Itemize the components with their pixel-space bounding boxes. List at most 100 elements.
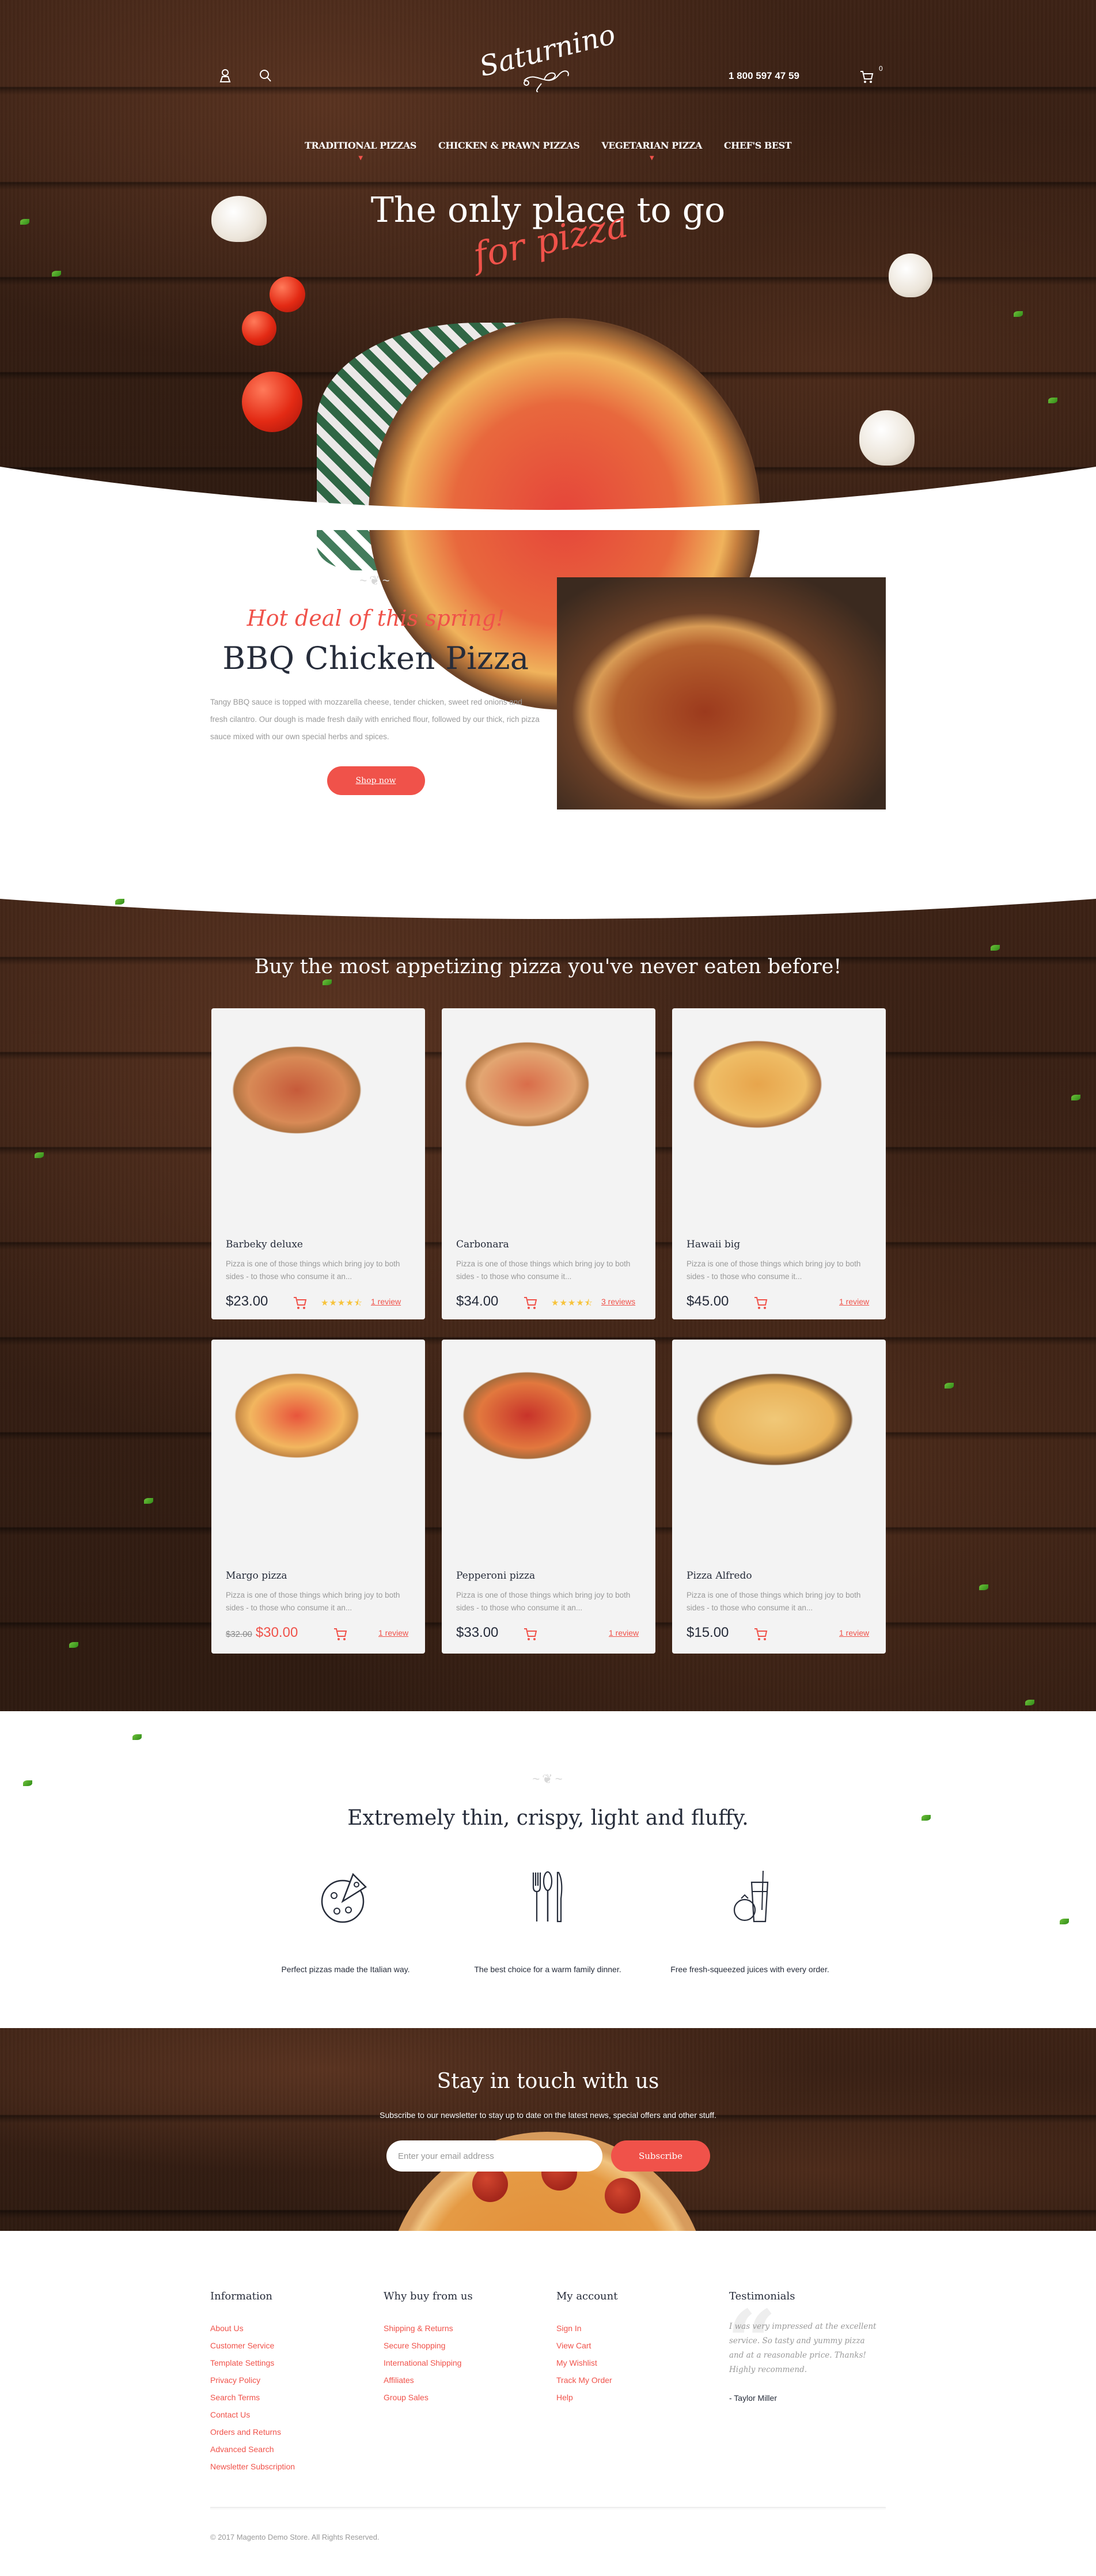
products-curve-divider	[0, 864, 1096, 919]
search-icon[interactable]	[258, 68, 273, 83]
footer-link[interactable]: Template Settings	[210, 2354, 295, 2371]
basil-leaf	[52, 271, 61, 277]
footer-link[interactable]: Orders and Returns	[210, 2423, 295, 2441]
nav-chicken-prawn-pizzas[interactable]: CHICKEN & PRAWN PIZZAS	[438, 140, 580, 151]
chevron-down-icon: ▼	[358, 155, 363, 161]
product-image[interactable]	[672, 1008, 886, 1198]
product-card[interactable]: Pepperoni pizza Pizza is one of those th…	[442, 1340, 655, 1654]
add-to-cart-icon[interactable]	[292, 1295, 308, 1310]
footer-link[interactable]: Group Sales	[384, 2389, 473, 2406]
product-name[interactable]: Pepperoni pizza	[456, 1570, 535, 1582]
footer-link[interactable]: Search Terms	[210, 2389, 295, 2406]
product-card[interactable]: Carbonara Pizza is one of those things w…	[442, 1008, 655, 1319]
footer-link[interactable]: Track My Order	[556, 2371, 617, 2389]
footer-column-title: Information	[210, 2290, 273, 2302]
basil-leaf	[323, 979, 332, 985]
newsletter-email-input[interactable]	[386, 2140, 602, 2172]
hero-curve-divider	[0, 467, 1096, 530]
footer-divider	[210, 2507, 886, 2509]
footer-link[interactable]: Newsletter Subscription	[210, 2458, 295, 2475]
product-description: Pizza is one of those things which bring…	[687, 1591, 861, 1612]
footer-link[interactable]: My Wishlist	[556, 2354, 617, 2371]
add-to-cart-icon[interactable]	[522, 1626, 538, 1641]
copyright: © 2017 Magento Demo Store. All Rights Re…	[210, 2533, 380, 2541]
footer-link[interactable]: Help	[556, 2389, 617, 2406]
feature-item: Free fresh-squeezed juices with every or…	[663, 1870, 836, 1974]
add-to-cart-icon[interactable]	[332, 1626, 348, 1641]
reviews-link[interactable]: 1 review	[839, 1628, 869, 1637]
product-image[interactable]	[442, 1008, 655, 1198]
shop-now-button[interactable]: Shop now	[327, 766, 425, 795]
product-name[interactable]: Barbeky deluxe	[226, 1239, 303, 1250]
product-image[interactable]	[442, 1340, 655, 1530]
basil-leaf	[921, 1815, 931, 1821]
subscribe-button[interactable]: Subscribe	[611, 2140, 710, 2172]
footer-link[interactable]: Privacy Policy	[210, 2371, 295, 2389]
basil-leaf	[20, 219, 29, 225]
product-description: Pizza is one of those things which bring…	[456, 1259, 631, 1281]
product-card[interactable]: Margo pizza Pizza is one of those things…	[211, 1340, 425, 1654]
product-image[interactable]	[672, 1340, 886, 1530]
basil-leaf	[132, 1734, 142, 1740]
feature-item: Perfect pizzas made the Italian way.	[259, 1870, 432, 1974]
footer-link[interactable]: Sign In	[556, 2320, 617, 2337]
reviews-link[interactable]: 1 review	[839, 1297, 869, 1306]
product-image[interactable]	[211, 1340, 425, 1530]
testimonial: “ I was very impressed at the excellent …	[727, 2299, 882, 2403]
product-card[interactable]: Pizza Alfredo Pizza is one of those thin…	[672, 1340, 886, 1654]
nav-chefs-best[interactable]: CHEF'S BEST	[724, 140, 792, 151]
footer-link[interactable]: Customer Service	[210, 2337, 295, 2354]
footer-link[interactable]: Secure Shopping	[384, 2337, 473, 2354]
testimonial-quote: I was very impressed at the excellent se…	[729, 2322, 877, 2374]
product-price: $15.00	[687, 1625, 729, 1641]
nav-vegetarian-pizza[interactable]: VEGETARIAN PIZZA ▼	[601, 140, 702, 161]
pepperoni	[472, 2166, 508, 2202]
footer-link[interactable]: Affiliates	[384, 2371, 473, 2389]
product-description: Pizza is one of those things which bring…	[687, 1259, 861, 1281]
cart-count-badge: 0	[879, 65, 883, 73]
footer-link[interactable]: View Cart	[556, 2337, 617, 2354]
footer-column-title: My account	[556, 2290, 618, 2302]
ornament-divider: ~❦~	[359, 573, 392, 588]
hero-section: Saturnino 1 800 597 47 59 0 TRADITIONAL …	[0, 0, 1096, 710]
reviews-link[interactable]: 1 review	[609, 1628, 639, 1637]
feature-item: The best choice for a warm family dinner…	[461, 1870, 634, 1974]
footer-link[interactable]: International Shipping	[384, 2354, 473, 2371]
phone-number[interactable]: 1 800 597 47 59	[729, 70, 799, 82]
logo[interactable]: Saturnino	[476, 18, 619, 92]
product-card[interactable]: Hawaii big Pizza is one of those things …	[672, 1008, 886, 1319]
product-name[interactable]: Carbonara	[456, 1239, 509, 1250]
cart-icon[interactable]	[859, 69, 874, 84]
main-nav: TRADITIONAL PIZZAS ▼ CHICKEN & PRAWN PIZZ…	[0, 140, 1096, 161]
pepperoni	[605, 2178, 640, 2214]
add-to-cart-icon[interactable]	[753, 1295, 769, 1310]
footer-link[interactable]: Contact Us	[210, 2406, 295, 2423]
product-price-value: $23.00	[226, 1293, 268, 1309]
footer-link[interactable]: Shipping & Returns	[384, 2320, 473, 2337]
product-name[interactable]: Margo pizza	[226, 1570, 287, 1582]
add-to-cart-icon[interactable]	[522, 1295, 538, 1310]
product-name[interactable]: Hawaii big	[687, 1239, 740, 1250]
cutlery-icon	[532, 1871, 563, 1923]
basil-leaf	[144, 1498, 153, 1504]
nav-traditional-pizzas[interactable]: TRADITIONAL PIZZAS ▼	[305, 140, 417, 161]
add-to-cart-icon[interactable]	[753, 1626, 769, 1641]
feature-text: The best choice for a warm family dinner…	[474, 1965, 621, 1974]
user-icon[interactable]	[218, 68, 233, 83]
products-title: Buy the most appetizing pizza you've nev…	[254, 955, 842, 978]
basil-leaf	[979, 1584, 988, 1590]
footer-link[interactable]: Advanced Search	[210, 2441, 295, 2458]
product-price: $45.00	[687, 1293, 729, 1310]
reviews-link[interactable]: 3 reviews	[601, 1297, 635, 1306]
footer-column-information: Information About Us Customer Service Temp…	[210, 2290, 295, 2475]
reviews-link[interactable]: 1 review	[378, 1628, 408, 1637]
product-card[interactable]: Barbeky deluxe Pizza is one of those thi…	[211, 1008, 425, 1319]
newsletter-subtitle: Subscribe to our newsletter to stay up t…	[380, 2110, 716, 2120]
footer-link[interactable]: About Us	[210, 2320, 295, 2337]
nav-label: VEGETARIAN PIZZA	[601, 140, 702, 151]
mushroom-image	[889, 254, 932, 297]
product-image[interactable]	[211, 1008, 425, 1198]
feature-text: Perfect pizzas made the Italian way.	[281, 1965, 410, 1974]
product-name[interactable]: Pizza Alfredo	[687, 1570, 752, 1582]
reviews-link[interactable]: 1 review	[371, 1297, 401, 1306]
